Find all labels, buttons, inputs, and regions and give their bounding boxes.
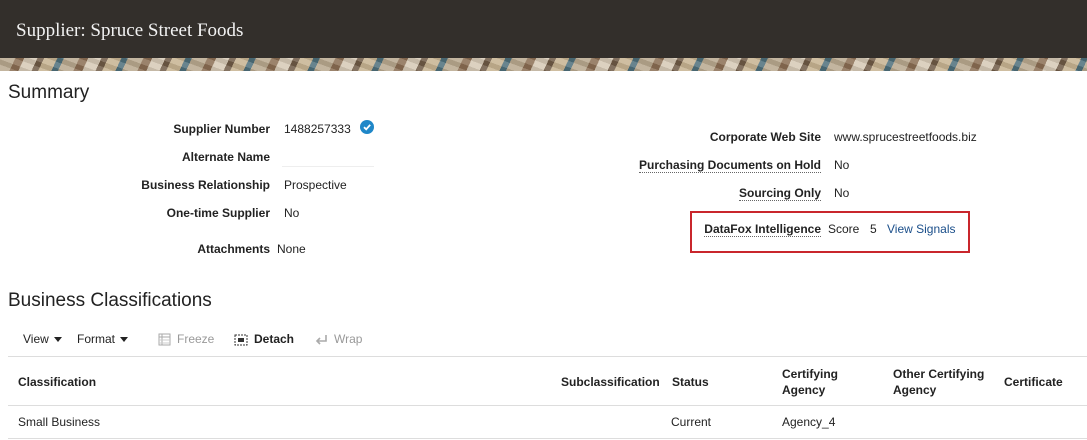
alternate-name-field[interactable] [282,148,374,167]
datafox-score-label: Score [828,222,860,236]
freeze-icon [158,333,171,345]
view-signals-link[interactable]: View Signals [887,222,955,236]
cell-status: Current [671,415,712,429]
column-header-other-certifying-agency-line-2: Agency [893,383,937,397]
detach-icon [234,334,248,345]
format-menu[interactable]: Format [77,332,129,346]
datafox-intelligence-label: DataFox Intelligence [704,222,821,237]
wrap-button[interactable]: Wrap [315,332,362,346]
format-menu-label: Format [77,332,116,346]
column-header-status[interactable]: Status [672,374,709,390]
column-header-certifying-agency[interactable]: Certifying Agency [782,366,838,398]
table-row-divider [8,438,1087,439]
view-menu-label: View [23,332,49,346]
chevron-down-icon [53,336,62,342]
page-title: Supplier: Spruce Street Foods [16,20,244,41]
purchasing-documents-on-hold-value: No [834,158,850,172]
one-time-supplier-value: No [284,206,300,220]
cell-classification: Small Business [18,415,101,429]
attachments-label: Attachments [197,242,270,256]
summary-heading: Summary [8,82,90,103]
column-header-other-certifying-agency[interactable]: Other Certifying Agency [893,366,984,398]
business-classifications-heading: Business Classifications [8,290,212,311]
datafox-score-value: 5 [870,222,877,236]
detach-label: Detach [254,332,295,346]
table-header-top-divider [8,356,1087,357]
alternate-name-label: Alternate Name [181,150,270,164]
attachments-value[interactable]: None [277,242,306,256]
corporate-web-site-label: Corporate Web Site [709,130,821,144]
column-header-other-certifying-agency-line-1: Other Certifying [893,367,985,381]
supplier-number-label: Supplier Number [173,122,270,136]
decorative-banner [0,58,1087,71]
chevron-down-icon [120,336,129,342]
business-relationship-value: Prospective [284,178,347,192]
column-header-certificate[interactable]: Certificate [1004,374,1063,390]
wrap-label: Wrap [334,332,363,346]
page-header: Supplier: Spruce Street Foods [0,0,1087,58]
supplier-number-value: 1488257333 [284,122,351,136]
view-menu[interactable]: View [23,332,62,346]
verified-check-icon [360,120,374,134]
corporate-web-site-value: www.sprucestreetfoods.biz [834,130,977,144]
table-header-bottom-divider [8,405,1087,406]
business-relationship-label: Business Relationship [141,178,270,192]
column-header-classification[interactable]: Classification [18,374,96,390]
column-header-certifying-agency-line-1: Certifying [782,367,839,381]
freeze-label: Freeze [177,332,215,346]
column-header-subclassification[interactable]: Subclassification [561,374,660,390]
detach-button[interactable]: Detach [234,332,294,346]
sourcing-only-label: Sourcing Only [738,186,821,201]
freeze-button[interactable]: Freeze [158,332,214,346]
cell-certifying-agency: Agency_4 [782,415,836,429]
sourcing-only-value: No [834,186,850,200]
column-header-certifying-agency-line-2: Agency [782,383,826,397]
wrap-icon [315,334,327,345]
purchasing-documents-on-hold-label: Purchasing Documents on Hold [638,158,821,173]
one-time-supplier-label: One-time Supplier [166,206,270,220]
